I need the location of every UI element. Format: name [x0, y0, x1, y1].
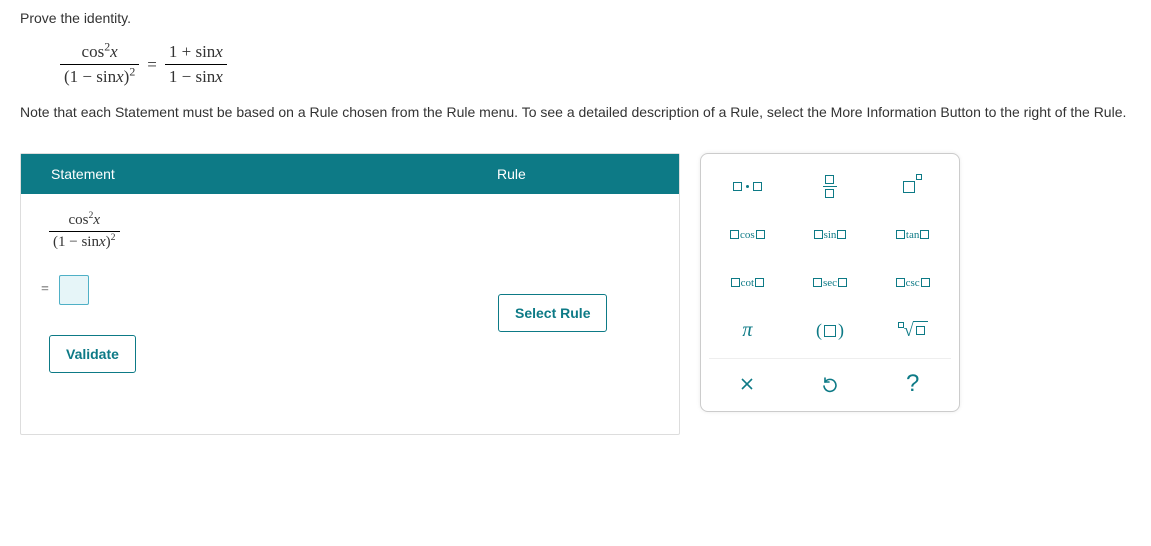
palette-parentheses[interactable]: ()	[792, 310, 869, 352]
expression-input[interactable]	[59, 275, 89, 305]
help-icon: ?	[906, 370, 919, 398]
help-button[interactable]: ?	[874, 365, 951, 403]
palette-sin[interactable]: sin	[792, 214, 869, 256]
palette-fraction[interactable]	[792, 166, 869, 208]
palette-multiply[interactable]	[709, 166, 786, 208]
clear-button[interactable]	[709, 365, 786, 403]
equals-sign: =	[41, 282, 49, 298]
palette-sec[interactable]: sec	[792, 262, 869, 304]
close-icon	[738, 375, 756, 393]
undo-icon	[820, 374, 840, 394]
palette-cos[interactable]: cos	[709, 214, 786, 256]
palette-tan[interactable]: tan	[874, 214, 951, 256]
palette-cot[interactable]: cot	[709, 262, 786, 304]
palette-csc[interactable]: csc	[874, 262, 951, 304]
palette-exponent[interactable]	[874, 166, 951, 208]
palette-nth-root[interactable]: √	[874, 310, 951, 352]
header-rule: Rule	[481, 154, 679, 194]
undo-button[interactable]	[792, 365, 869, 403]
math-palette: cos sin tan cot sec csc π ()	[700, 153, 960, 412]
validate-button[interactable]: Validate	[49, 335, 136, 373]
proof-panel: Statement Rule cos2x (1 − sinx)2 = Valid…	[20, 153, 680, 435]
problem-title: Prove the identity.	[20, 10, 1131, 26]
starting-expression: cos2x (1 − sinx)2	[49, 212, 659, 251]
instruction-note: Note that each Statement must be based o…	[20, 103, 1131, 123]
palette-pi[interactable]: π	[709, 310, 786, 352]
identity-equation: cos2x (1 − sinx)2 = 1 + sinx 1 − sinx	[60, 42, 1131, 87]
select-rule-button[interactable]: Select Rule	[498, 294, 607, 332]
header-statement: Statement	[21, 154, 481, 194]
